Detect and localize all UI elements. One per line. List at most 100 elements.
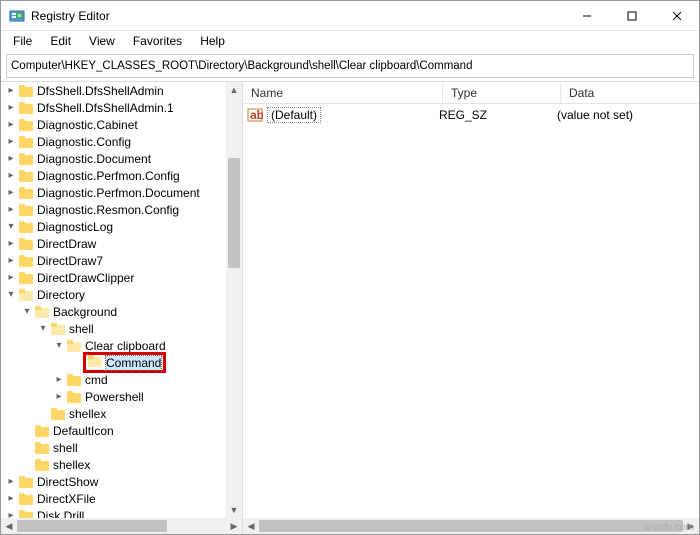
maximize-button[interactable]	[609, 1, 654, 31]
folder-icon	[35, 442, 49, 454]
expand-icon[interactable]: ▸	[53, 374, 65, 386]
hscroll-track[interactable]	[17, 518, 226, 534]
expand-icon[interactable]: ▸	[53, 391, 65, 403]
folder-icon	[19, 289, 33, 301]
expand-icon[interactable]: ▸	[5, 153, 17, 165]
menu-edit[interactable]: Edit	[42, 32, 79, 50]
expand-icon[interactable]: ▸	[5, 136, 17, 148]
minimize-button[interactable]	[564, 1, 609, 31]
tree-item-label: DefaultIcon	[53, 424, 114, 438]
folder-icon	[19, 170, 33, 182]
expand-icon[interactable]: ▸	[5, 119, 17, 131]
expand-icon[interactable]: ▸	[5, 85, 17, 97]
tree-item[interactable]: ▸ Diagnostic.Perfmon.Config	[1, 167, 226, 184]
values-hscroll-track[interactable]	[259, 518, 683, 534]
expand-icon[interactable]: ▸	[5, 204, 17, 216]
tree-item-command[interactable]: Command	[1, 354, 226, 371]
tree-item[interactable]: ▸DfsShell.DfsShellAdmin.1	[1, 99, 226, 116]
expand-icon[interactable]: ▸	[5, 102, 17, 114]
tree-item[interactable]: ▾DiagnosticLog	[1, 218, 226, 235]
content-area: ▸DfsShell.DfsShellAdmin▸DfsShell.DfsShel…	[1, 81, 699, 534]
tree-item[interactable]: ▸DirectDrawClipper	[1, 269, 226, 286]
expand-icon[interactable]	[21, 425, 33, 437]
folder-icon	[19, 102, 33, 114]
folder-icon	[19, 493, 33, 505]
tree-item[interactable]: ▸DirectDraw7	[1, 252, 226, 269]
column-data[interactable]: Data	[561, 82, 699, 103]
scroll-track[interactable]	[226, 98, 242, 502]
tree-item[interactable]: ▸Diagnostic.Config	[1, 133, 226, 150]
column-type[interactable]: Type	[443, 82, 561, 103]
column-headers: Name Type Data	[243, 82, 699, 104]
tree-item-label: shell	[69, 322, 94, 336]
expand-icon[interactable]: ▾	[37, 323, 49, 335]
scroll-thumb[interactable]	[228, 158, 240, 268]
tree-item-shellex[interactable]: shellex	[1, 405, 226, 422]
address-bar[interactable]: Computer\HKEY_CLASSES_ROOT\Directory\Bac…	[6, 54, 694, 78]
scroll-up-button[interactable]: ▲	[226, 82, 242, 98]
tree-item[interactable]: ▸DfsShell.DfsShellAdmin	[1, 82, 226, 99]
tree-item[interactable]: ▸Diagnostic.Perfmon.Document	[1, 184, 226, 201]
tree-item-label: Diagnostic.Perfmon.Config	[37, 169, 180, 183]
tree-vertical-scrollbar[interactable]: ▲ ▼	[226, 82, 242, 518]
expand-icon[interactable]: ▾	[5, 221, 17, 233]
tree-item[interactable]: ▸Diagnostic.Document	[1, 150, 226, 167]
scroll-left-button[interactable]: ◀	[1, 518, 17, 534]
values-list[interactable]: ab (Default) REG_SZ (value not set)	[243, 104, 699, 518]
tree-item[interactable]: ▸Disk Drill	[1, 507, 226, 518]
close-button[interactable]	[654, 1, 699, 31]
folder-icon	[67, 391, 81, 403]
tree-item[interactable]: ▸DirectShow	[1, 473, 226, 490]
menu-file[interactable]: File	[5, 32, 40, 50]
registry-tree[interactable]: ▸DfsShell.DfsShellAdmin▸DfsShell.DfsShel…	[1, 82, 226, 518]
tree-item-label: Diagnostic.Cabinet	[37, 118, 138, 132]
titlebar[interactable]: Registry Editor	[1, 1, 699, 31]
expand-icon[interactable]	[69, 357, 81, 369]
tree-item-directory[interactable]: ▾Directory	[1, 286, 226, 303]
expand-icon[interactable]	[37, 408, 49, 420]
values-horizontal-scrollbar[interactable]: ◀ ▶	[243, 518, 699, 534]
expand-icon[interactable]: ▸	[5, 187, 17, 199]
expand-icon[interactable]: ▾	[53, 340, 65, 352]
tree-item-powershell[interactable]: ▸ Powershell	[1, 388, 226, 405]
expand-icon[interactable]: ▾	[5, 289, 17, 301]
tree-item-cmd[interactable]: ▸ cmd	[1, 371, 226, 388]
tree-item[interactable]: ▸DirectDraw	[1, 235, 226, 252]
tree-item-background[interactable]: ▾Background	[1, 303, 226, 320]
values-scroll-right-button[interactable]: ▶	[683, 518, 699, 534]
expand-icon[interactable]: ▸	[5, 493, 17, 505]
tree-item-label: cmd	[85, 373, 108, 387]
expand-icon[interactable]: ▸	[5, 170, 17, 182]
scroll-down-button[interactable]: ▼	[226, 502, 242, 518]
hscroll-thumb[interactable]	[17, 520, 167, 532]
tree-item[interactable]: ▸ Diagnostic.Cabinet	[1, 116, 226, 133]
menu-help[interactable]: Help	[192, 32, 233, 50]
values-hscroll-thumb[interactable]	[259, 520, 683, 532]
expand-icon[interactable]: ▾	[21, 306, 33, 318]
column-name[interactable]: Name	[243, 82, 443, 103]
tree-item-shell2[interactable]: shell	[1, 439, 226, 456]
folder-icon	[19, 153, 33, 165]
expand-icon[interactable]	[21, 459, 33, 471]
menu-favorites[interactable]: Favorites	[125, 32, 190, 50]
value-row-default[interactable]: ab (Default) REG_SZ (value not set)	[247, 106, 695, 124]
menu-view[interactable]: View	[81, 32, 123, 50]
expand-icon[interactable]: ▸	[5, 272, 17, 284]
tree-item-shellex2[interactable]: shellex	[1, 456, 226, 473]
expand-icon[interactable]	[21, 442, 33, 454]
tree-item[interactable]: ▸DirectXFile	[1, 490, 226, 507]
tree-item-defaulticon[interactable]: DefaultIcon	[1, 422, 226, 439]
highlight-box: Command	[83, 352, 166, 373]
menubar: File Edit View Favorites Help	[1, 31, 699, 51]
tree-horizontal-scrollbar[interactable]: ◀ ▶	[1, 518, 242, 534]
expand-icon[interactable]: ▸	[5, 238, 17, 250]
expand-icon[interactable]: ▸	[5, 476, 17, 488]
values-scroll-left-button[interactable]: ◀	[243, 518, 259, 534]
registry-editor-window: Registry Editor File Edit View Favorites…	[0, 0, 700, 535]
expand-icon[interactable]: ▸	[5, 510, 17, 519]
tree-item-shell[interactable]: ▾ shell	[1, 320, 226, 337]
expand-icon[interactable]: ▸	[5, 255, 17, 267]
tree-item[interactable]: ▸Diagnostic.Resmon.Config	[1, 201, 226, 218]
tree-item-label: Powershell	[85, 390, 144, 404]
scroll-right-button[interactable]: ▶	[226, 518, 242, 534]
